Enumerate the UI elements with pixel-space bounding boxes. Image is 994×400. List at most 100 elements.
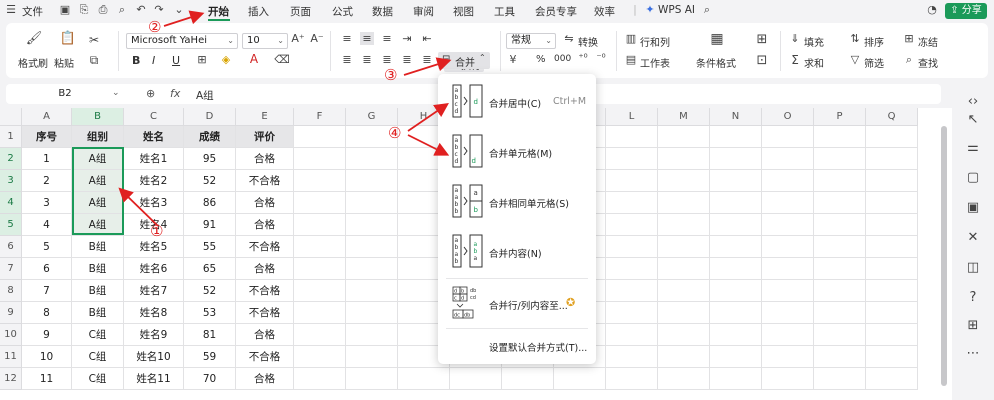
- cell-o1[interactable]: [762, 126, 814, 148]
- sum-icon[interactable]: Σ: [788, 53, 802, 67]
- cell-i12[interactable]: [450, 368, 502, 390]
- cell-a10[interactable]: 9: [22, 324, 72, 346]
- cell-p12[interactable]: [814, 368, 866, 390]
- book-icon[interactable]: ◫: [965, 260, 981, 276]
- convert-button[interactable]: 转换: [578, 34, 598, 49]
- cell-q9[interactable]: [866, 302, 918, 324]
- increase-decimal-icon[interactable]: ⁺⁰: [576, 53, 590, 64]
- align-left-icon[interactable]: ≣: [340, 53, 354, 66]
- cell-p1[interactable]: [814, 126, 866, 148]
- file-menu[interactable]: 文件: [22, 4, 43, 19]
- cell-m11[interactable]: [658, 346, 710, 368]
- row-header-9[interactable]: 9: [0, 302, 22, 324]
- merge-button[interactable]: ⊟ 合并 ⌃: [438, 52, 490, 69]
- cell-m2[interactable]: [658, 148, 710, 170]
- cell-m7[interactable]: [658, 258, 710, 280]
- cell-f1[interactable]: [294, 126, 346, 148]
- redo-icon[interactable]: ↷: [152, 3, 166, 17]
- tab-review[interactable]: 审阅: [413, 4, 434, 19]
- row-header-7[interactable]: 7: [0, 258, 22, 280]
- convert-icon[interactable]: ⇋: [562, 32, 576, 45]
- cell-f10[interactable]: [294, 324, 346, 346]
- chat-icon[interactable]: ◔: [925, 3, 939, 17]
- worksheet-icon[interactable]: ▤: [624, 53, 638, 66]
- rowcol-icon[interactable]: ▥: [624, 32, 638, 45]
- cell-d5[interactable]: 91: [184, 214, 236, 236]
- conditional-format-icon[interactable]: ▦: [706, 31, 728, 47]
- cell-b2[interactable]: A组: [72, 148, 124, 170]
- default-merge-settings-item[interactable]: 设置默认合并方式(T)...: [489, 340, 587, 354]
- column-header-m[interactable]: M: [658, 108, 710, 126]
- cell-e3[interactable]: 不合格: [236, 170, 294, 192]
- cell-c2[interactable]: 姓名1: [124, 148, 184, 170]
- note-icon[interactable]: ▢: [965, 170, 981, 186]
- share-button[interactable]: ⇪ 分享: [945, 3, 987, 19]
- cell-q10[interactable]: [866, 324, 918, 346]
- cell-q4[interactable]: [866, 192, 918, 214]
- table-settings-icon[interactable]: ⊞: [965, 318, 981, 334]
- cell-e7[interactable]: 合格: [236, 258, 294, 280]
- merge-rowcol-content-item[interactable]: d b c d db cd dc db 合并行/列内容至... ✪: [438, 282, 596, 324]
- print-icon[interactable]: ⎙: [96, 3, 110, 17]
- menu-icon[interactable]: ☰: [4, 3, 18, 17]
- column-header-f[interactable]: F: [294, 108, 346, 126]
- align-bottom-icon[interactable]: ≡: [380, 32, 394, 45]
- merge-content-item[interactable]: a b a b a b a 合并内容(N): [438, 230, 596, 272]
- cell-o2[interactable]: [762, 148, 814, 170]
- cell-d11[interactable]: 59: [184, 346, 236, 368]
- cell-d12[interactable]: 70: [184, 368, 236, 390]
- cell-m1[interactable]: [658, 126, 710, 148]
- merge-cells-item[interactable]: a b c d d 合并单元格(M): [438, 130, 596, 172]
- cell-n11[interactable]: [710, 346, 762, 368]
- cell-o5[interactable]: [762, 214, 814, 236]
- cell-f5[interactable]: [294, 214, 346, 236]
- filter-icon[interactable]: ▽: [848, 53, 862, 66]
- cell-c4[interactable]: 姓名3: [124, 192, 184, 214]
- cell-l12[interactable]: [606, 368, 658, 390]
- cell-g7[interactable]: [346, 258, 398, 280]
- cell-a11[interactable]: 10: [22, 346, 72, 368]
- cell-p3[interactable]: [814, 170, 866, 192]
- cell-o3[interactable]: [762, 170, 814, 192]
- formula-input[interactable]: A组: [196, 88, 214, 103]
- indent-icon[interactable]: ⇥: [400, 32, 414, 45]
- cell-b10[interactable]: C组: [72, 324, 124, 346]
- tools-icon[interactable]: ✕: [965, 230, 981, 246]
- row-header-8[interactable]: 8: [0, 280, 22, 302]
- cell-d4[interactable]: 86: [184, 192, 236, 214]
- currency-icon[interactable]: ¥: [506, 53, 520, 66]
- row-header-4[interactable]: 4: [0, 192, 22, 214]
- column-header-a[interactable]: A: [22, 108, 72, 126]
- cell-d10[interactable]: 81: [184, 324, 236, 346]
- merge-same-cells-item[interactable]: a a b b a b 合并相同单元格(S): [438, 180, 596, 222]
- cell-g9[interactable]: [346, 302, 398, 324]
- cell-f4[interactable]: [294, 192, 346, 214]
- cell-l10[interactable]: [606, 324, 658, 346]
- cell-b1[interactable]: 组别: [72, 126, 124, 148]
- find-icon[interactable]: ⌕: [902, 53, 916, 67]
- cell-d6[interactable]: 55: [184, 236, 236, 258]
- cell-n1[interactable]: [710, 126, 762, 148]
- cell-m9[interactable]: [658, 302, 710, 324]
- cell-b5[interactable]: A组: [72, 214, 124, 236]
- cell-a7[interactable]: 6: [22, 258, 72, 280]
- wps-ai-button[interactable]: WPS AI: [658, 4, 695, 16]
- font-size-select[interactable]: 10 ⌄: [242, 33, 288, 49]
- tab-efficiency[interactable]: 效率: [594, 4, 615, 19]
- cell-g10[interactable]: [346, 324, 398, 346]
- decrease-font-icon[interactable]: A⁻: [310, 32, 324, 45]
- cell-g12[interactable]: [346, 368, 398, 390]
- tab-formula[interactable]: 公式: [332, 4, 353, 19]
- cell-a12[interactable]: 11: [22, 368, 72, 390]
- cell-p5[interactable]: [814, 214, 866, 236]
- cell-p10[interactable]: [814, 324, 866, 346]
- cell-m10[interactable]: [658, 324, 710, 346]
- cell-c3[interactable]: 姓名2: [124, 170, 184, 192]
- collapse-icon[interactable]: ‹›: [965, 94, 981, 110]
- decrease-decimal-icon[interactable]: ⁻⁰: [594, 53, 608, 64]
- more-chevron-icon[interactable]: ⌄: [172, 3, 186, 17]
- column-header-c[interactable]: C: [124, 108, 184, 126]
- cell-d1[interactable]: 成绩: [184, 126, 236, 148]
- row-header-5[interactable]: 5: [0, 214, 22, 236]
- tab-member[interactable]: 会员专享: [535, 4, 577, 19]
